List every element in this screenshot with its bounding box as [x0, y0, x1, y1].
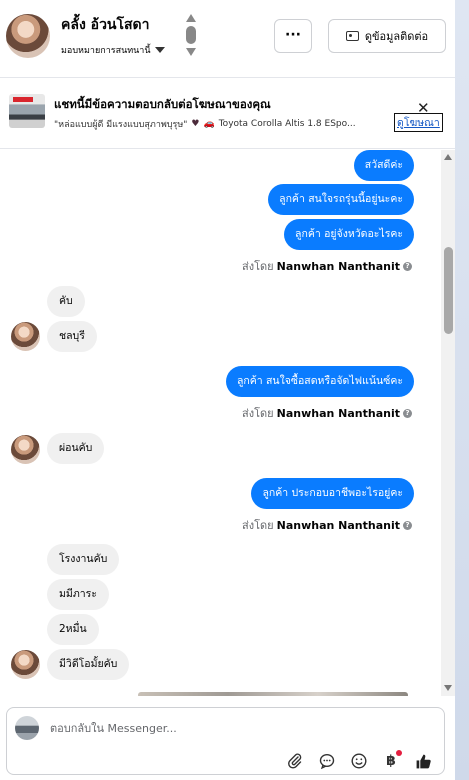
- message-incoming[interactable]: โรงงานคับ: [47, 544, 120, 575]
- ad-car-name: Toyota Corolla Altis 1.8 ESpo...: [218, 119, 356, 129]
- sent-by-prefix: ส่งโดย: [242, 407, 274, 420]
- message-incoming[interactable]: มมีภาระ: [47, 579, 109, 610]
- message-outgoing[interactable]: สวัสดีค่ะ: [353, 150, 414, 181]
- image-attachment-preview[interactable]: [138, 692, 408, 696]
- notification-dot: [396, 750, 402, 756]
- stepper-handle[interactable]: [186, 26, 196, 44]
- sender-name: Nanwhan Nanthanit: [276, 518, 400, 532]
- sender-name: Nanwhan Nanthanit: [276, 259, 400, 273]
- caret-down-icon: [154, 47, 165, 53]
- message-thread[interactable]: สวัสดีค่ะ ลูกค้า สนใจรถรุ่นนี้อยู่นะคะ ล…: [0, 150, 455, 696]
- ad-banner-title: แชทนี้มีข้อความตอบกลับต่อโฆษณาของคุณ: [54, 97, 271, 111]
- sent-by-label: ส่งโดย Nanwhan Nanthanit ?: [242, 404, 412, 422]
- smile-icon[interactable]: [350, 752, 368, 770]
- contact-avatar[interactable]: [6, 14, 50, 58]
- message-outgoing[interactable]: ลูกค้า ประกอบอาชีพอะไรอยู่คะ: [251, 478, 414, 509]
- view-contact-info-label: ดูข้อมูลติดต่อ: [364, 30, 429, 43]
- contact-name[interactable]: คลั้ง อ้วนโสดา: [61, 14, 150, 36]
- view-contact-info-button[interactable]: ดูข้อมูลติดต่อ: [328, 19, 446, 53]
- contact-avatar-small: [11, 322, 40, 351]
- contact-avatar-small: [11, 650, 40, 679]
- scrollbar-track[interactable]: [441, 150, 455, 696]
- arrow-up-icon[interactable]: [186, 14, 196, 22]
- ad-banner-subtitle: "หล่อแบบผู้ดี มีแรงแบบสุภาพบุรุษ" ♥ 🚗 To…: [54, 117, 394, 131]
- message-composer: ฿: [6, 707, 445, 775]
- ad-thumbnail[interactable]: [9, 94, 45, 128]
- baht-icon[interactable]: ฿: [382, 750, 402, 770]
- message-incoming[interactable]: ผ่อนคับ: [47, 433, 105, 464]
- info-icon[interactable]: ?: [403, 408, 412, 418]
- message-incoming[interactable]: 2หมื่น: [47, 614, 99, 645]
- car-icon: 🚗: [203, 119, 215, 129]
- scroll-up-arrow-icon[interactable]: [444, 154, 452, 160]
- assign-label: มอบหมายการสนทนานี้: [61, 46, 151, 56]
- message-incoming[interactable]: คับ: [47, 286, 85, 317]
- info-icon[interactable]: ?: [403, 261, 412, 271]
- reply-input[interactable]: [50, 722, 350, 735]
- chat-bubble-icon[interactable]: [318, 752, 336, 770]
- chat-header: คลั้ง อ้วนโสดา มอบหมายการสนทนานี้ ··· ดู…: [0, 0, 455, 78]
- message-outgoing[interactable]: ลูกค้า สนใจรถรุ่นนี้อยู่นะคะ: [268, 184, 414, 215]
- sent-by-label: ส่งโดย Nanwhan Nanthanit ?: [242, 516, 412, 534]
- view-ad-link[interactable]: ดูโฆษณา: [394, 113, 443, 132]
- more-options-button[interactable]: ···: [274, 19, 312, 53]
- contact-card-icon: [345, 31, 359, 41]
- sent-by-prefix: ส่งโดย: [242, 260, 274, 273]
- ad-reply-banner: แชทนี้มีข้อความตอบกลับต่อโฆษณาของคุณ "หล…: [0, 79, 455, 149]
- ad-quote: "หล่อแบบผู้ดี มีแรงแบบสุภาพบุรุษ": [54, 120, 188, 130]
- messenger-chat-panel: คลั้ง อ้วนโสดา มอบหมายการสนทนานี้ ··· ดู…: [0, 0, 469, 780]
- sent-by-label: ส่งโดย Nanwhan Nanthanit ?: [242, 257, 412, 275]
- assign-conversation-dropdown[interactable]: มอบหมายการสนทนานี้: [61, 43, 165, 57]
- message-incoming[interactable]: มีวิดีโอมั้ยคับ: [47, 649, 130, 680]
- sender-name: Nanwhan Nanthanit: [276, 406, 400, 420]
- paperclip-icon[interactable]: [286, 752, 304, 770]
- message-outgoing[interactable]: ลูกค้า อยู่จังหวัดอะไรคะ: [284, 219, 414, 250]
- scroll-down-arrow-icon[interactable]: [444, 685, 452, 691]
- info-icon[interactable]: ?: [403, 520, 412, 530]
- window-edge: [455, 0, 469, 780]
- conversation-stepper[interactable]: [185, 14, 197, 60]
- page-avatar: [15, 716, 39, 740]
- scrollbar-thumb[interactable]: [444, 247, 453, 334]
- message-outgoing[interactable]: ลูกค้า สนใจซื้อสดหรือจัดไฟแน้นซ์คะ: [225, 366, 414, 397]
- contact-avatar-small: [11, 435, 40, 464]
- heart-icon: ♥: [191, 119, 200, 129]
- arrow-down-icon[interactable]: [186, 48, 196, 56]
- sent-by-prefix: ส่งโดย: [242, 519, 274, 532]
- thumbs-up-icon[interactable]: [414, 752, 432, 770]
- message-incoming[interactable]: ชลบุรี: [47, 321, 97, 352]
